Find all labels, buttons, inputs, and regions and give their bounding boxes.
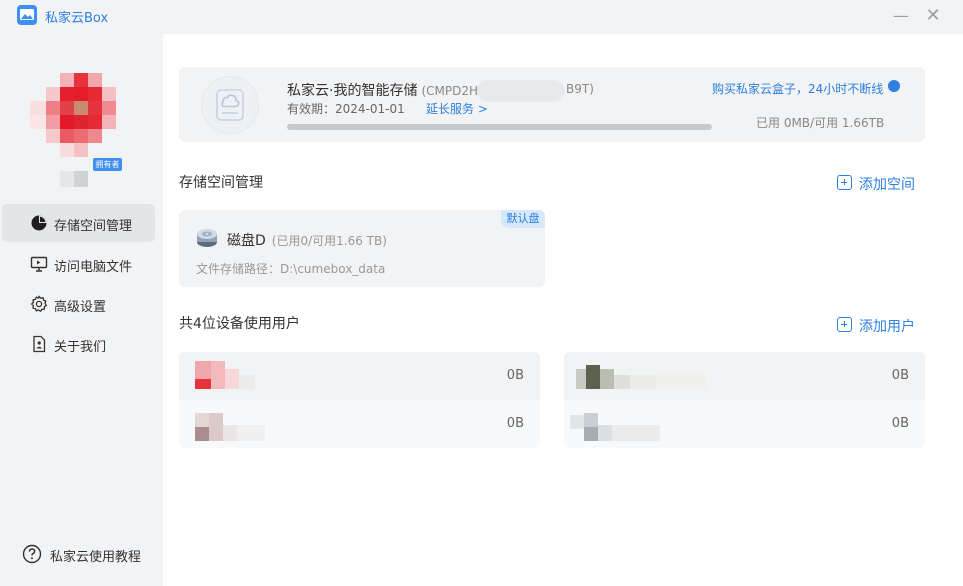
question-icon [22, 544, 42, 564]
disk-path: 文件存储路径：D:\cumebox_data [196, 262, 386, 276]
buy-box-link[interactable]: 购买私家云盒子，24小时不断线 [712, 80, 883, 97]
serial-blur [477, 80, 565, 102]
user-row[interactable]: 0B [564, 400, 925, 448]
plus-square-icon [837, 317, 852, 332]
sidebar: 拥有者 存储空间管理 访问电脑文件 高级设置 关于我们 私家云使用教程 [0, 34, 163, 586]
add-space-label: 添加空间 [859, 177, 915, 193]
minimize-button[interactable]: — [889, 5, 913, 27]
expiry-date: 有效期：2024-01-01 [287, 102, 405, 116]
user-usage: 0B [506, 416, 524, 431]
device-serial-prefix: (CMPD2H [421, 84, 479, 98]
user-usage: 0B [506, 368, 524, 383]
disk-name: 磁盘D [227, 233, 266, 249]
sidebar-item-label: 高级设置 [54, 300, 107, 315]
sidebar-item-pc-files[interactable]: 访问电脑文件 [2, 245, 155, 283]
owner-badge: 拥有者 [93, 158, 122, 171]
info-doc-icon [33, 335, 46, 353]
title-bar: 私家云Box — ✕ [0, 0, 963, 34]
cloud-storage-icon [202, 77, 258, 133]
sidebar-item-advanced[interactable]: 高级设置 [2, 285, 155, 323]
sidebar-item-label: 关于我们 [54, 340, 107, 355]
cart-icon[interactable] [888, 80, 900, 92]
disk-card[interactable]: 默认盘 磁盘D (已用0/可用1.66 TB) 文件存储路径：D:\cumebox… [179, 210, 545, 287]
add-user-label: 添加用户 [859, 319, 915, 335]
sidebar-item-label: 存储空间管理 [54, 219, 133, 234]
user-usage: 0B [891, 368, 909, 383]
help-label: 私家云使用教程 [50, 550, 142, 565]
avatar[interactable]: 拥有者 [30, 65, 122, 187]
disk-usage: (已用0/可用1.66 TB) [271, 234, 387, 248]
storage-progress-bar [287, 124, 712, 130]
users-section-title: 共4位设备使用用户 [179, 316, 300, 332]
user-usage: 0B [891, 416, 909, 431]
default-disk-badge: 默认盘 [501, 210, 545, 228]
device-serial-suffix: B9T) [566, 82, 594, 96]
sidebar-item-storage[interactable]: 存储空间管理 [2, 204, 155, 242]
device-name: 私家云·我的智能存储 [287, 83, 418, 99]
storage-section-title: 存储空间管理 [179, 175, 263, 191]
pie-chart-icon [31, 215, 47, 231]
user-name-blurred [576, 361, 736, 391]
plus-square-icon [837, 175, 852, 190]
user-name-blurred [570, 409, 730, 441]
storage-usage-text: 已用 0MB/可用 1.66TB [756, 116, 885, 130]
app-logo-icon [17, 5, 37, 25]
close-button[interactable]: ✕ [921, 5, 945, 27]
hard-disk-icon [197, 229, 217, 247]
gear-icon [30, 295, 48, 313]
device-card: 私家云·我的智能存储 (CMPD2H B9T) 有效期：2024-01-01 延长… [179, 67, 925, 142]
user-row[interactable]: 0B [564, 352, 925, 400]
user-row[interactable]: 0B [179, 400, 540, 448]
device-name-row: 私家云·我的智能存储 (CMPD2H [287, 80, 478, 100]
extend-service-link[interactable]: 延长服务 > [426, 100, 488, 117]
user-name-blurred [195, 361, 355, 391]
monitor-icon [30, 256, 48, 272]
user-card: 0B 0B [564, 352, 925, 448]
sidebar-item-about[interactable]: 关于我们 [2, 325, 155, 363]
disk-name-row: 磁盘D (已用0/可用1.66 TB) [227, 230, 387, 250]
user-card: 0B 0B [179, 352, 540, 448]
sidebar-item-label: 访问电脑文件 [54, 260, 133, 275]
user-row[interactable]: 0B [179, 352, 540, 400]
app-title: 私家云Box [45, 11, 109, 26]
user-name-blurred [195, 409, 355, 441]
